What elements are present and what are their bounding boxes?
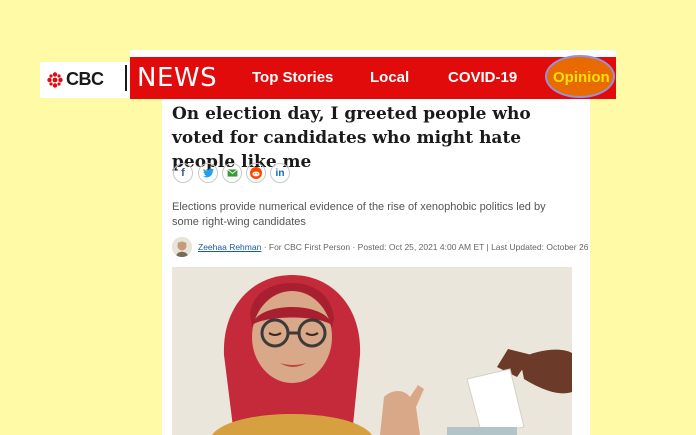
nav-item-opinion[interactable]: Opinion bbox=[553, 69, 610, 86]
logo-divider bbox=[125, 65, 127, 91]
cbc-gem-icon bbox=[47, 72, 63, 88]
nav-item-covid-19[interactable]: COVID-19 bbox=[448, 69, 517, 86]
author-avatar bbox=[172, 237, 192, 257]
nav-item-top-stories[interactable]: Top Stories bbox=[252, 69, 333, 86]
facebook-icon[interactable]: f bbox=[173, 163, 193, 183]
byline-details: · For CBC First Person · Posted: Oct 25,… bbox=[261, 242, 589, 252]
linkedin-icon[interactable]: in bbox=[270, 163, 290, 183]
email-icon[interactable] bbox=[222, 163, 242, 183]
article-illustration bbox=[172, 267, 572, 435]
cbc-logo[interactable]: CBC bbox=[40, 62, 132, 98]
byline: Zeehaa Rehman · For CBC First Person · P… bbox=[198, 242, 588, 252]
twitter-icon[interactable] bbox=[198, 163, 218, 183]
logo-text: CBC bbox=[66, 69, 104, 89]
nav-item-local[interactable]: Local bbox=[370, 69, 409, 86]
reddit-icon[interactable] bbox=[246, 163, 266, 183]
section-title-news[interactable]: NEWS bbox=[137, 63, 217, 93]
article-deck: Elections provide numerical evidence of … bbox=[172, 201, 546, 228]
author-link[interactable]: Zeehaa Rehman bbox=[198, 242, 261, 252]
